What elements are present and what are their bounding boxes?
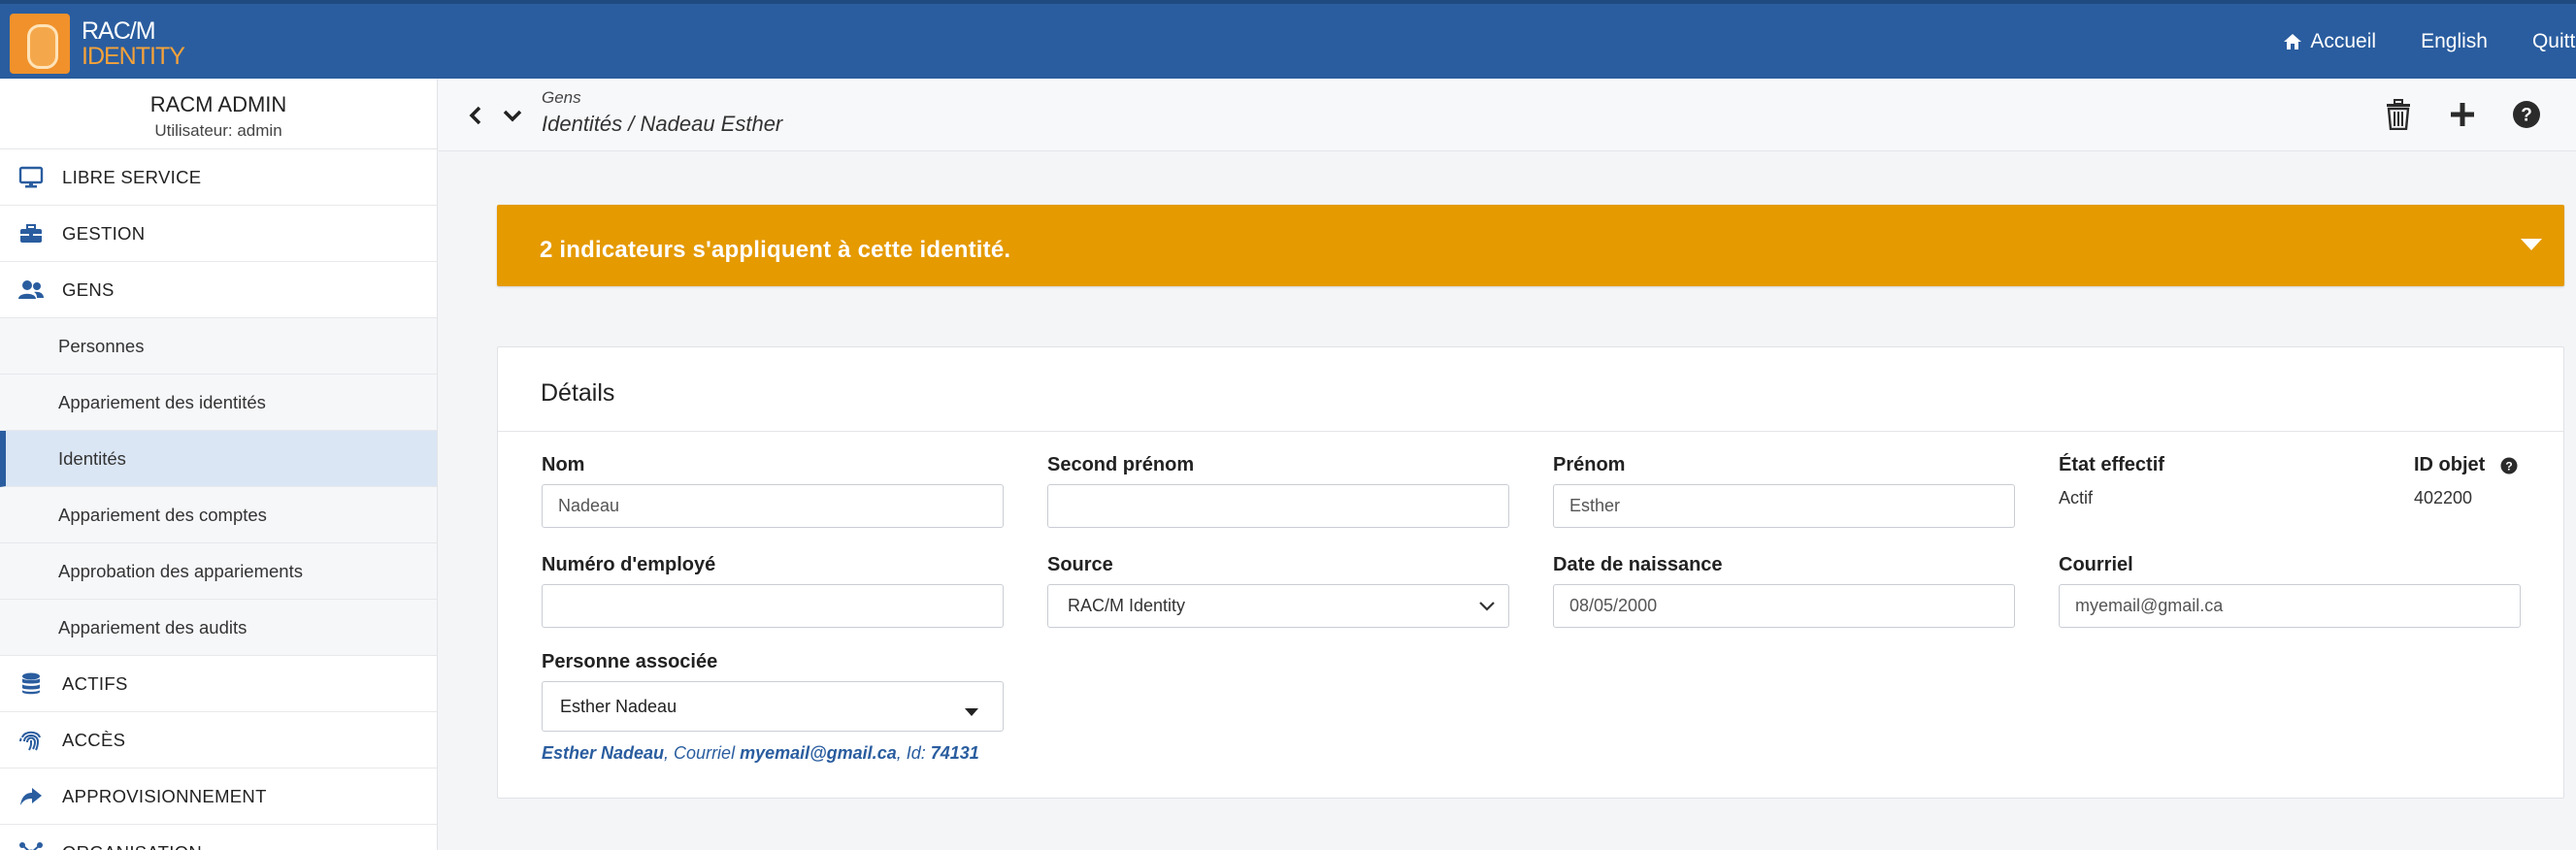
numero-employe-label: Numéro d'employé: [542, 554, 716, 575]
help-circle-icon[interactable]: ?: [2500, 457, 2518, 474]
field-courriel: Courriel: [2059, 554, 2521, 628]
chevron-down-icon: [1477, 597, 1497, 621]
field-prenom: Prénom: [1553, 454, 2015, 528]
field-second-prenom: Second prénom: [1047, 454, 1509, 528]
etat-label: État effectif: [2059, 454, 2164, 475]
logo-text-line2: IDENTITY: [82, 43, 185, 70]
personne-associee-select[interactable]: Esther Nadeau: [542, 681, 1004, 732]
id-objet-label: ID objet: [2414, 454, 2486, 475]
toolbox-icon: [17, 220, 45, 247]
svg-text:?: ?: [2505, 459, 2512, 473]
sidebar-subitem-appariement-identites[interactable]: Appariement des identités: [0, 375, 437, 431]
details-title: Détails: [498, 347, 2563, 432]
prenom-label: Prénom: [1553, 454, 1626, 475]
field-personne-associee: Personne associée Esther Nadeau Esther N…: [542, 651, 1004, 764]
user-name: RACM ADMIN: [149, 92, 287, 116]
sidebar-item-gestion[interactable]: GESTION: [0, 206, 437, 262]
sidebar-item-label: GESTION: [62, 222, 146, 244]
nav-home-label: Accueil: [2310, 29, 2377, 52]
sidebar-item-label: GENS: [62, 278, 115, 300]
date-naissance-label: Date de naissance: [1553, 554, 1723, 575]
sidebar-subitem-approbation[interactable]: Approbation des appariements: [0, 543, 437, 600]
associee-id: 74131: [930, 743, 979, 763]
logo[interactable]: RAC/M IDENTITY: [10, 14, 185, 74]
sidebar-item-gens[interactable]: GENS: [0, 262, 437, 318]
breadcrumb-section: Gens: [542, 88, 581, 107]
field-source: Source RAC/M Identity: [1047, 554, 1509, 628]
breadcrumb: Identités / Nadeau Esther: [542, 112, 783, 136]
nav-quit-link[interactable]: Quitter: [2532, 30, 2576, 53]
associee-email-link[interactable]: myemail@gmail.ca: [740, 743, 897, 763]
sidebar-subitem-personnes[interactable]: Personnes: [0, 318, 437, 375]
help-icon[interactable]: ?: [2510, 98, 2543, 131]
share-arrow-icon: [17, 783, 45, 810]
monitor-icon: [17, 164, 45, 191]
indicators-banner-text: 2 indicateurs s'appliquent à cette ident…: [540, 237, 1011, 263]
second-prenom-input[interactable]: [1047, 484, 1509, 528]
second-prenom-label: Second prénom: [1047, 454, 1195, 475]
sidebar-item-label: APPROVISIONNEMENT: [62, 785, 267, 806]
field-numero-employe: Numéro d'employé: [542, 554, 1004, 628]
sidebar-item-approvisionnement[interactable]: APPROVISIONNEMENT: [0, 768, 437, 825]
date-naissance-input[interactable]: [1553, 584, 2015, 628]
top-nav: Accueil English Quitter: [2238, 4, 2576, 79]
field-date-naissance: Date de naissance: [1553, 554, 2015, 628]
numero-employe-input[interactable]: [542, 584, 1004, 628]
source-select[interactable]: RAC/M Identity: [1047, 584, 1509, 628]
field-id-objet: ID objet ? 402200: [2414, 454, 2518, 508]
logo-text-line1: RAC/M: [82, 17, 156, 45]
prenom-input[interactable]: [1553, 484, 2015, 528]
logo-mark-icon: [10, 14, 70, 74]
sidebar-item-label: ORGANISATION: [62, 842, 202, 850]
field-nom: Nom: [542, 454, 1004, 528]
back-chevron-icon[interactable]: [464, 104, 487, 127]
sidebar-item-actifs[interactable]: ACTIFS: [0, 656, 437, 712]
user-role: Utilisateur: admin: [154, 121, 282, 140]
users-icon: [17, 277, 45, 304]
source-value: RAC/M Identity: [1068, 596, 1186, 615]
database-icon: [17, 670, 45, 698]
personne-associee-label: Personne associée: [542, 651, 718, 672]
personne-associee-value: Esther Nadeau: [560, 696, 677, 716]
sidebar-item-label: LIBRE SERVICE: [62, 166, 202, 187]
sidebar-item-label: ACTIFS: [62, 672, 128, 694]
etat-value: Actif: [2059, 488, 2094, 507]
home-icon: [2284, 33, 2302, 49]
nom-label: Nom: [542, 454, 585, 475]
personne-associee-info: Esther Nadeau, Courriel myemail@gmail.ca…: [542, 743, 979, 763]
associee-name-link[interactable]: Esther Nadeau: [542, 743, 664, 763]
courriel-label: Courriel: [2059, 554, 2133, 575]
caret-down-icon[interactable]: [2520, 238, 2543, 256]
sidebar: RACM ADMIN Utilisateur: admin LIBRE SERV…: [0, 79, 438, 850]
add-icon[interactable]: [2446, 98, 2479, 131]
trash-icon[interactable]: [2382, 98, 2415, 131]
nav-home-link[interactable]: Accueil: [2283, 30, 2376, 53]
field-etat-effectif: État effectif Actif: [2059, 454, 2164, 508]
top-bar: RAC/M IDENTITY Accueil English Quitter: [0, 0, 2576, 79]
indicators-banner[interactable]: 2 indicateurs s'appliquent à cette ident…: [497, 205, 2564, 286]
nav-language-link[interactable]: English: [2421, 30, 2488, 53]
sidebar-subitem-identites[interactable]: Identités: [0, 431, 437, 487]
sidebar-item-acces[interactable]: ACCÈS: [0, 712, 437, 768]
sidebar-user: RACM ADMIN Utilisateur: admin: [0, 79, 437, 149]
courriel-input[interactable]: [2059, 584, 2521, 628]
sidebar-item-organisation[interactable]: ORGANISATION: [0, 825, 437, 850]
sidebar-item-label: ACCÈS: [62, 729, 126, 750]
network-icon: [17, 839, 45, 850]
sidebar-item-libre-service[interactable]: LIBRE SERVICE: [0, 149, 437, 206]
source-label: Source: [1047, 554, 1113, 575]
sidebar-subitem-appariement-comptes[interactable]: Appariement des comptes: [0, 487, 437, 543]
id-objet-value: 402200: [2414, 488, 2473, 507]
chevron-down-icon[interactable]: [501, 104, 524, 127]
sidebar-subitem-appariement-audits[interactable]: Appariement des audits: [0, 600, 437, 656]
fingerprint-icon: [17, 727, 45, 754]
nom-input[interactable]: [542, 484, 1004, 528]
page-header: Gens Identités / Nadeau Esther ?: [439, 79, 2576, 151]
caret-down-icon: [964, 702, 979, 722]
details-card: Détails Nom Second prénom Prénom État ef…: [497, 346, 2564, 799]
svg-text:?: ?: [2521, 106, 2532, 126]
